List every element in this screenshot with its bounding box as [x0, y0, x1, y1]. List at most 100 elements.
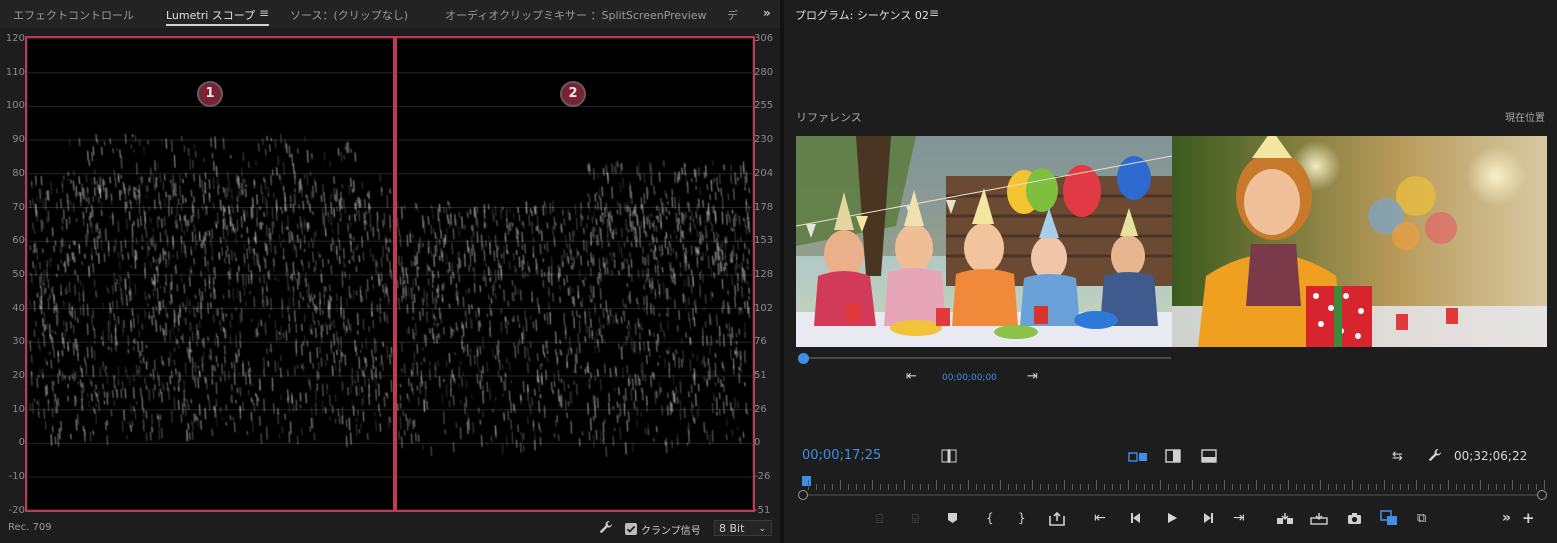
comparison-view-icon[interactable]: [1380, 510, 1398, 526]
ruler-tick: [1208, 484, 1209, 490]
ruler-tick: [1384, 480, 1385, 490]
add-button-icon[interactable]: +: [1522, 509, 1535, 527]
ruler-tick: [1352, 480, 1353, 490]
ruler-tick: [992, 484, 993, 490]
ruler-tick: [1408, 484, 1409, 490]
scale-label-right: 230: [754, 134, 774, 146]
scale-label-right: 178: [754, 201, 774, 213]
add-marker-icon[interactable]: [947, 512, 958, 524]
go-to-next-edit-icon[interactable]: ⇥: [1233, 510, 1245, 526]
lift-icon[interactable]: [1049, 512, 1065, 526]
tab-effect-controls[interactable]: エフェクトコントロール: [13, 7, 134, 23]
transport-bar: ⌸ ⌸ { } ⇤ ⇥ ⧉ » +: [0, 508, 1557, 532]
ruler-tick: [1544, 480, 1545, 490]
current-timecode[interactable]: 00;00;17;25: [802, 448, 881, 463]
comparison-frames-icon[interactable]: [941, 449, 957, 466]
ruler-tick: [1032, 480, 1033, 490]
scale-label-right: 255: [754, 100, 774, 112]
ruler-tick: [1448, 480, 1449, 490]
scale-label-left: 100: [5, 100, 25, 112]
hamburger-menu-icon[interactable]: ≡: [259, 6, 269, 20]
current-position-label: 現在位置: [1505, 113, 1545, 124]
export-frame-icon[interactable]: [1347, 512, 1362, 525]
scale-label-right: 153: [754, 235, 774, 247]
vertical-split-icon[interactable]: [1165, 449, 1181, 466]
scale-label-right: 0: [754, 437, 761, 449]
side-by-side-icon[interactable]: [1128, 451, 1148, 466]
ruler-tick: [1392, 484, 1393, 490]
ruler-tick: [1168, 484, 1169, 490]
ruler-tick: [1224, 480, 1225, 490]
go-to-out-icon[interactable]: ⇥: [1027, 369, 1038, 384]
ruler-tick: [1456, 484, 1457, 490]
insert-icon[interactable]: [1276, 512, 1294, 525]
scale-label-left: 0: [18, 437, 25, 449]
ruler-tick: [1216, 484, 1217, 490]
ruler-tick: [936, 480, 937, 490]
ruler-tick: [824, 484, 825, 490]
ruler-tick: [864, 484, 865, 490]
go-to-in-icon[interactable]: ⇤: [906, 369, 917, 384]
scale-label-right: 51: [754, 370, 767, 381]
ruler-tick: [960, 484, 961, 490]
double-chevron-right-icon[interactable]: »: [763, 6, 771, 20]
ruler-tick: [872, 480, 873, 490]
ruler-tick: [1040, 484, 1041, 490]
mark-out-icon[interactable]: ⌸: [912, 512, 919, 527]
reference-playhead[interactable]: [798, 353, 809, 364]
scale-label-left: 60: [12, 235, 25, 247]
proxy-toggle-icon[interactable]: ⧉: [1417, 511, 1426, 526]
go-to-out-point-icon[interactable]: }: [1018, 511, 1026, 525]
tab-overflow[interactable]: デ: [727, 7, 738, 23]
ruler-tick: [1440, 484, 1441, 490]
zoom-handle-right[interactable]: [1537, 490, 1547, 500]
ruler-tick: [1264, 484, 1265, 490]
ruler-tick: [1160, 480, 1161, 490]
scale-label-left: 30: [12, 336, 25, 348]
more-icon[interactable]: »: [1502, 510, 1511, 526]
reference-scrubber-track[interactable]: [804, 357, 1171, 359]
highlight-box-1: [25, 36, 395, 512]
step-forward-icon[interactable]: [1202, 512, 1214, 524]
ruler-tick: [1472, 484, 1473, 490]
play-icon[interactable]: [1166, 512, 1178, 524]
zoom-handle-left[interactable]: [798, 490, 808, 500]
overwrite-icon[interactable]: [1310, 512, 1328, 525]
ruler-tick: [1184, 484, 1185, 490]
scale-label-left: 20: [12, 370, 25, 381]
tab-source[interactable]: ソース：(クリップなし): [290, 7, 408, 23]
settings-wrench-icon[interactable]: [1427, 447, 1443, 466]
reference-timecode[interactable]: 00;00;00;00: [942, 373, 997, 383]
tab-audio-clip-mixer[interactable]: オーディオクリップミキサー ：SplitScreenPreview: [445, 7, 707, 23]
ruler-tick: [1328, 484, 1329, 490]
horizontal-split-icon[interactable]: [1201, 449, 1217, 466]
go-to-previous-edit-icon[interactable]: ⇤: [1094, 510, 1106, 526]
go-to-in-point-icon[interactable]: {: [986, 511, 994, 525]
scale-label-left: -10: [8, 471, 25, 483]
ruler-tick: [856, 484, 857, 490]
duration-timecode: 00;32;06;22: [1454, 449, 1528, 463]
ruler-tick: [1016, 484, 1017, 490]
ruler-tick: [1536, 484, 1537, 490]
step-back-icon[interactable]: [1130, 512, 1142, 524]
program-monitor-title[interactable]: プログラム: シーケンス 02: [795, 7, 929, 23]
time-ruler[interactable]: [808, 478, 1545, 490]
ruler-tick: [968, 480, 969, 490]
left-tab-bar: エフェクトコントロール Lumetri スコープ ≡ ソース：(クリップなし) …: [0, 0, 780, 28]
scale-label-left: 80: [12, 167, 25, 179]
swap-sides-icon[interactable]: ⇆: [1392, 449, 1403, 464]
ruler-tick: [848, 484, 849, 490]
ruler-tick: [1176, 484, 1177, 490]
ruler-tick: [1288, 480, 1289, 490]
ruler-tick: [1048, 484, 1049, 490]
ruler-tick: [1096, 480, 1097, 490]
ruler-tick: [1376, 484, 1377, 490]
scale-label-right: 128: [754, 268, 774, 280]
ruler-tick: [1520, 484, 1521, 490]
tab-lumetri-scope[interactable]: Lumetri スコープ: [166, 7, 255, 23]
mark-in-icon[interactable]: ⌸: [876, 512, 883, 527]
program-menu-icon[interactable]: ≡: [929, 6, 939, 20]
zoom-bar[interactable]: [808, 494, 1541, 496]
marker-badge-1: 1: [197, 81, 223, 107]
scale-label-right: 306: [754, 33, 774, 44]
